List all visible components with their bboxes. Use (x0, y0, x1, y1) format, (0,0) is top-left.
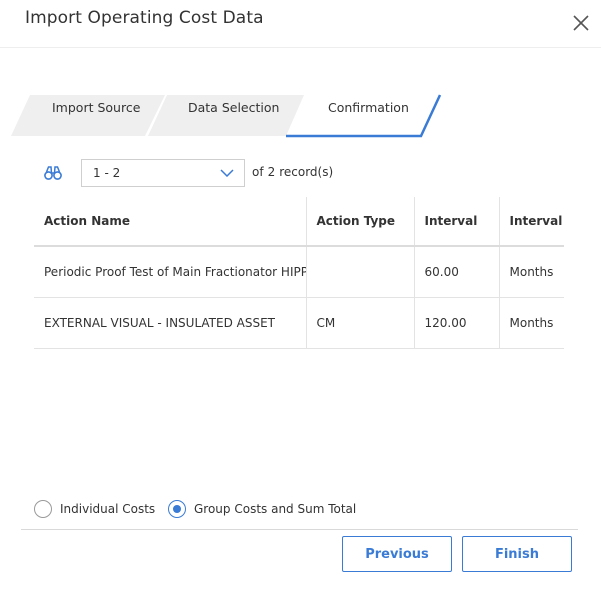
cell-interval: 60.00 (414, 246, 500, 298)
page-range-value: 1 - 2 (93, 166, 121, 180)
group-costs-label: Group Costs and Sum Total (194, 502, 357, 516)
tab-data-selection[interactable]: Data Selection (188, 100, 279, 115)
header-divider (0, 47, 601, 48)
column-header-action-name[interactable]: Action Name (34, 197, 307, 247)
close-icon[interactable] (570, 12, 592, 34)
cell-interval: 120.00 (414, 297, 500, 349)
finish-button[interactable]: Finish (462, 536, 572, 572)
individual-costs-label: Individual Costs (60, 502, 156, 516)
tab-confirmation[interactable]: Confirmation (328, 100, 409, 115)
wizard-steps: Import Source Data Selection Confirmatio… (0, 90, 460, 142)
wizard-tabs-shape (11, 94, 442, 138)
chevron-down-icon (220, 169, 234, 177)
cell-action-type (306, 246, 415, 298)
actions-table: Action Name Action Type Interval Interva… (34, 197, 564, 349)
of-label: of (252, 165, 264, 179)
cell-action-name: Periodic Proof Test of Main Fractionator… (34, 246, 307, 298)
group-costs-radio-circle[interactable] (168, 500, 186, 518)
column-header-interval[interactable]: Interval (414, 197, 500, 247)
cell-interval-units: Months (499, 246, 564, 298)
cell-action-type: CM (306, 297, 415, 349)
import-dialog: Import Operating Cost Data Import Source… (0, 0, 601, 602)
actions-grid: Action Name Action Type Interval Interva… (34, 197, 564, 350)
record-count-text: of 2 record(s) (252, 165, 337, 179)
table-header-row: Action Name Action Type Interval Interva… (34, 197, 564, 247)
page-range-select[interactable]: 1 - 2 (81, 159, 245, 187)
column-header-action-type[interactable]: Action Type (306, 197, 415, 247)
column-header-interval-units[interactable]: Interval Units (499, 197, 564, 247)
previous-button[interactable]: Previous (342, 536, 452, 572)
table-row[interactable]: EXTERNAL VISUAL - INSULATED ASSET CM 120… (34, 297, 564, 349)
records-label: record(s) (279, 165, 334, 179)
table-row[interactable]: Periodic Proof Test of Main Fractionator… (34, 246, 564, 298)
dialog-title: Import Operating Cost Data (25, 8, 264, 28)
cell-interval-units: Months (499, 297, 564, 349)
tab-import-source[interactable]: Import Source (52, 100, 140, 115)
footer-divider (21, 529, 578, 530)
record-count: 2 (267, 165, 276, 179)
individual-costs-radio-circle[interactable] (34, 500, 52, 518)
cell-action-name: EXTERNAL VISUAL - INSULATED ASSET (34, 297, 307, 349)
binoculars-icon[interactable] (44, 165, 62, 181)
